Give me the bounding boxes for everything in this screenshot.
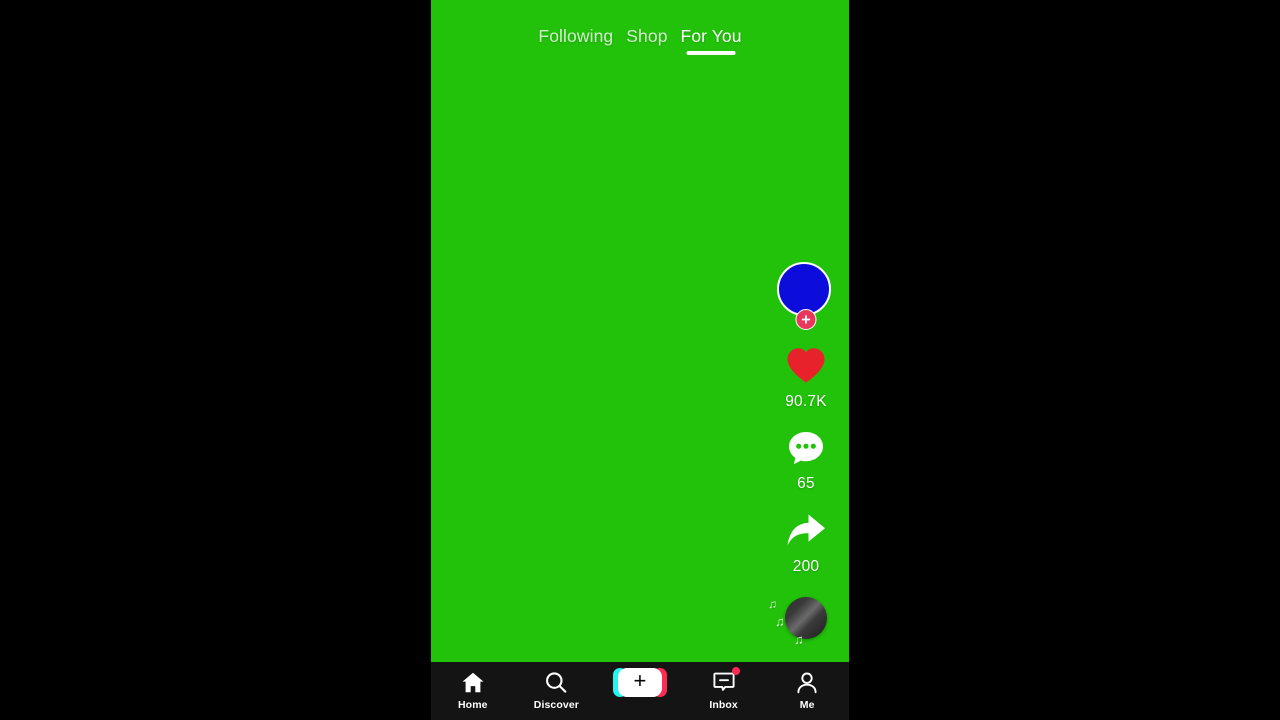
- avatar[interactable]: [777, 262, 831, 316]
- follow-plus-icon[interactable]: [795, 309, 817, 330]
- like-count: 90.7K: [785, 393, 827, 410]
- nav-label-me: Me: [799, 699, 815, 711]
- nav-label-home: Home: [458, 699, 488, 711]
- avatar-wrap: [777, 262, 835, 330]
- comment-count: 65: [797, 475, 815, 492]
- tab-for-you[interactable]: For You: [681, 26, 742, 57]
- nav-item-home[interactable]: Home: [438, 669, 508, 711]
- floating-music-note-icon: ♫: [775, 614, 785, 629]
- search-icon[interactable]: [544, 669, 568, 695]
- share-count: 200: [792, 558, 820, 575]
- nav-label-discover: Discover: [533, 699, 579, 711]
- share-arrow-icon[interactable]: [784, 511, 828, 554]
- nav-item-discover[interactable]: Discover: [521, 669, 591, 711]
- phone-viewport: Following Shop For You 90.7K 65 200 ♫ ♫ …: [431, 0, 849, 720]
- music-disc-button[interactable]: ♫ ♫ ♫: [768, 590, 838, 647]
- nav-item-me[interactable]: Me: [772, 669, 842, 711]
- top-tab-bar: Following Shop For You: [431, 26, 849, 57]
- comment-icon[interactable]: [786, 429, 826, 471]
- nav-item-create[interactable]: +: [605, 667, 675, 699]
- comment-button[interactable]: 65: [786, 429, 826, 493]
- like-button[interactable]: 90.7K: [785, 346, 827, 411]
- music-disc-icon[interactable]: [785, 597, 827, 639]
- home-icon[interactable]: [461, 669, 485, 695]
- create-button[interactable]: +: [612, 667, 667, 697]
- person-icon[interactable]: [795, 669, 819, 695]
- heart-icon[interactable]: [785, 346, 827, 389]
- create-plus-icon: +: [633, 668, 647, 693]
- screen-root: Following Shop For You 90.7K 65 200 ♫ ♫ …: [0, 0, 1280, 720]
- tab-shop[interactable]: Shop: [626, 26, 667, 57]
- nav-item-inbox[interactable]: Inbox: [689, 667, 759, 711]
- create-icon-wrap: +: [612, 667, 667, 697]
- avatar-button[interactable]: [777, 262, 835, 346]
- share-button[interactable]: 200: [784, 511, 828, 576]
- action-rail: 90.7K 65 200 ♫ ♫ ♫: [768, 262, 838, 647]
- inbox-notification-badge: [731, 667, 740, 675]
- nav-label-inbox: Inbox: [709, 699, 738, 711]
- tab-following[interactable]: Following: [538, 26, 613, 57]
- inbox-icon[interactable]: [712, 667, 740, 695]
- bottom-nav-bar: Home Discover + Inbox Me: [431, 662, 849, 720]
